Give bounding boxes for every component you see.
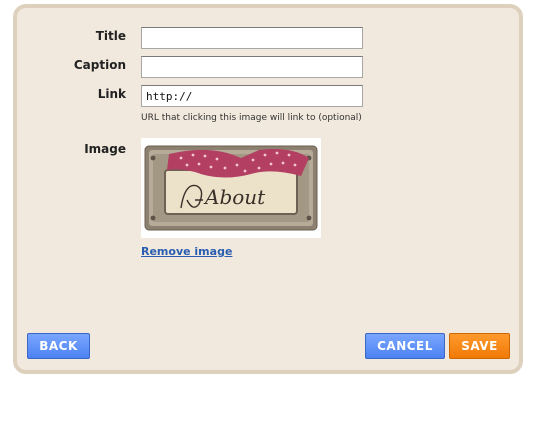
image-label: Image	[84, 142, 126, 156]
caption-label: Caption	[73, 58, 126, 72]
cancel-button[interactable]: CANCEL	[365, 333, 445, 359]
image-preview: About	[141, 138, 321, 238]
link-label: Link	[97, 87, 126, 101]
image-properties-dialog: Title Caption Link URL that clicking thi…	[13, 4, 523, 374]
save-button[interactable]: SAVE	[449, 333, 510, 359]
caption-input[interactable]	[141, 56, 363, 78]
about-sign-image: About	[144, 145, 318, 231]
about-sign-text: About	[203, 185, 266, 209]
link-hint: URL that clicking this image will link t…	[141, 113, 362, 123]
link-input[interactable]	[141, 85, 363, 107]
back-button[interactable]: BACK	[27, 333, 90, 359]
remove-image-link[interactable]: Remove image	[141, 245, 232, 258]
title-label: Title	[95, 29, 126, 43]
title-input[interactable]	[141, 27, 363, 49]
